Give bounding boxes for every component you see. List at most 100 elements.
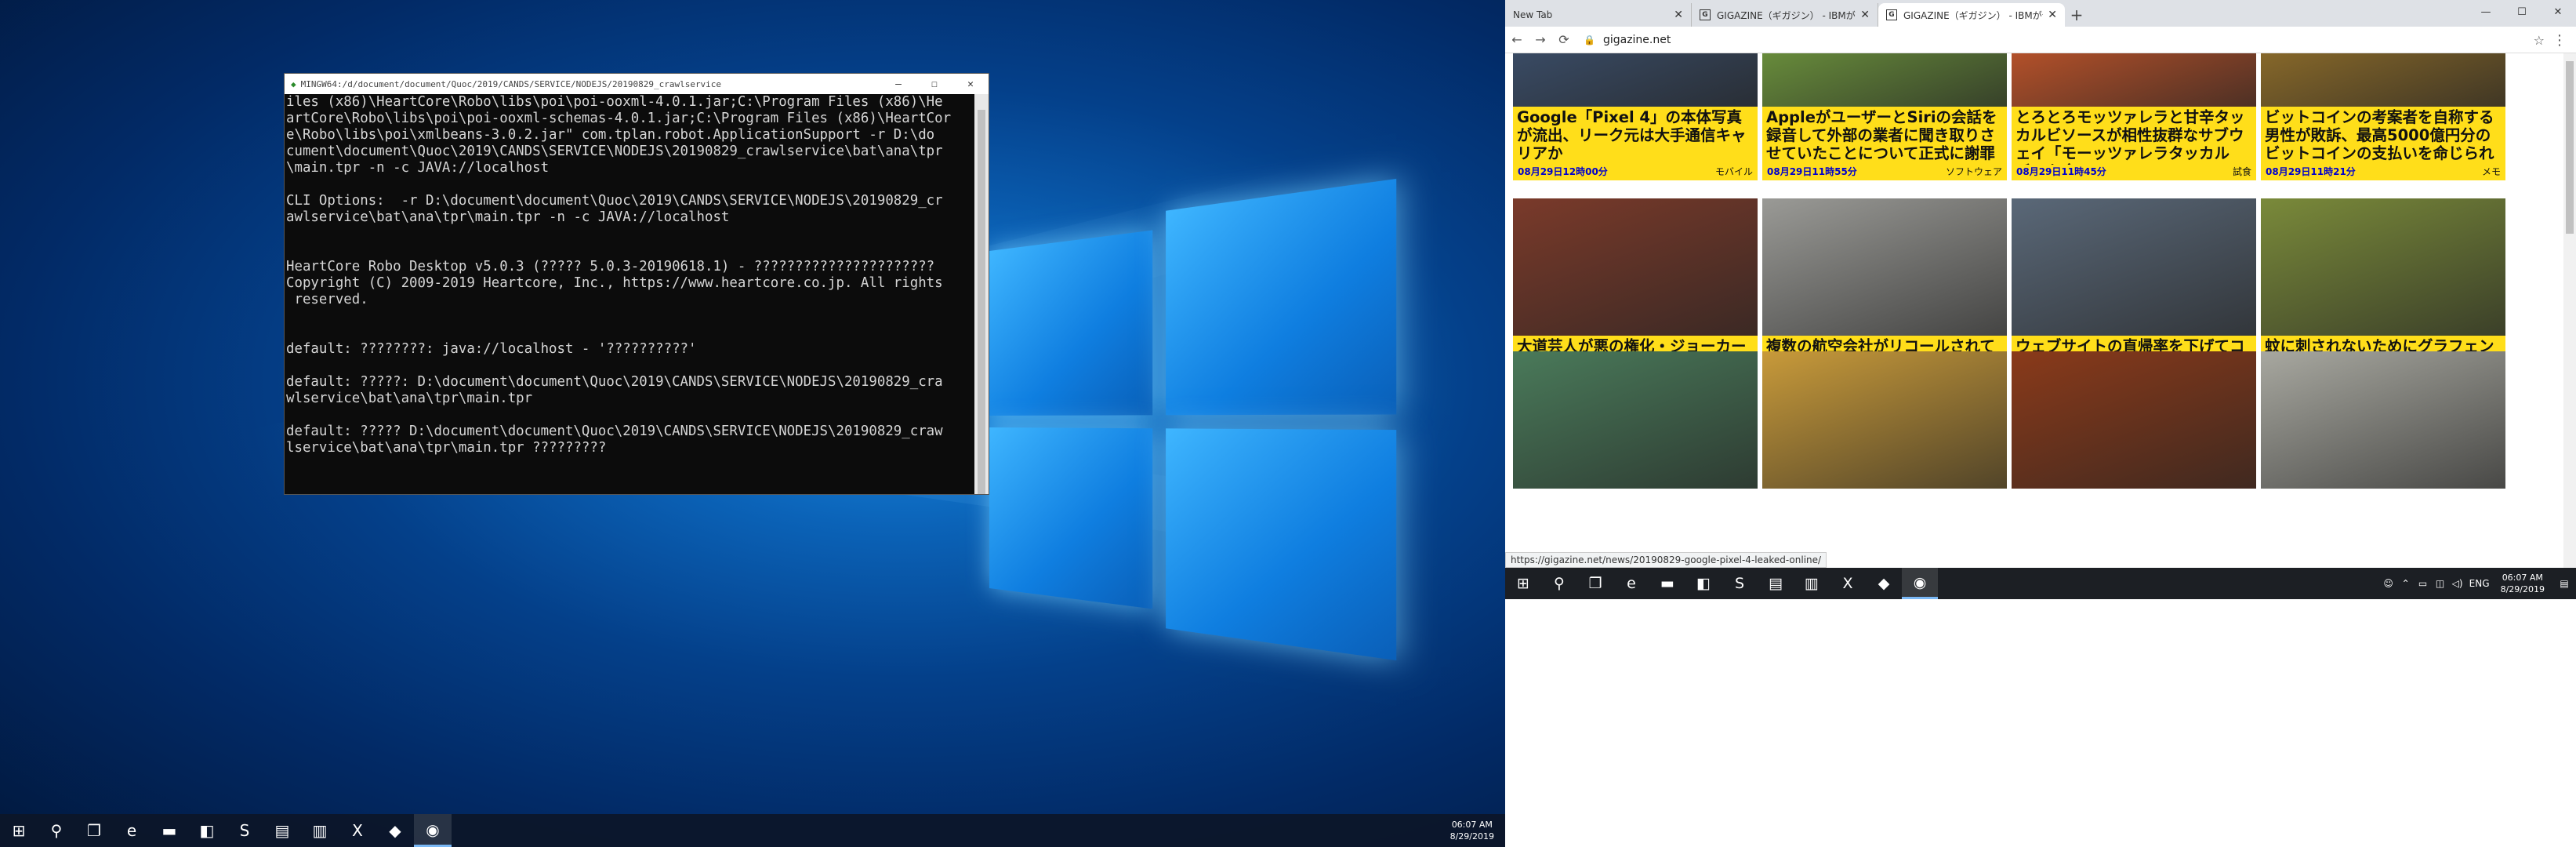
chrome-icon[interactable]: ◉: [1902, 568, 1938, 599]
article-thumbnail[interactable]: [2012, 53, 2256, 107]
back-button[interactable]: ←: [1505, 28, 1529, 52]
file-explorer-icon[interactable]: ▬: [151, 814, 188, 847]
article-category[interactable]: モバイル: [1715, 165, 1753, 180]
forward-button[interactable]: →: [1529, 28, 1552, 52]
edge-icon[interactable]: e: [1613, 568, 1649, 599]
terminal-window[interactable]: ◆ MINGW64:/d/document/document/Quoc/2019…: [284, 73, 989, 495]
maximize-button[interactable]: ☐: [2504, 0, 2540, 24]
skype-icon[interactable]: S: [226, 814, 263, 847]
terminal-line: lservice\bat\ana\tpr\main.tpr ?????????: [286, 440, 607, 456]
app-b-icon[interactable]: ▥: [1794, 568, 1830, 599]
tab-close-icon[interactable]: ✕: [1860, 9, 1870, 21]
terminal-line: default: ?????: D:\document\document\Quo…: [286, 374, 943, 390]
article-thumbnail[interactable]: [1513, 53, 1758, 107]
article-thumbnail[interactable]: [2261, 198, 2505, 336]
article-thumbnail[interactable]: [1762, 198, 2007, 336]
network-icon[interactable]: ◫: [2432, 578, 2449, 589]
terminal-scrollbar[interactable]: [974, 94, 989, 494]
search-icon[interactable]: ⚲: [1541, 568, 1577, 599]
scrollbar-thumb[interactable]: [2566, 61, 2574, 234]
windows-start-icon[interactable]: ⊞: [1505, 568, 1541, 599]
store-icon[interactable]: ◧: [188, 814, 226, 847]
article-thumbnail[interactable]: [1762, 351, 2007, 489]
taskbar-clock[interactable]: 06:07 AM 8/29/2019: [2493, 572, 2552, 595]
app-a-icon[interactable]: ▤: [263, 814, 301, 847]
article-title[interactable]: AppleがユーザーとSiriの会話を録音して外部の業者に聞き取りさせていたこと…: [1762, 107, 2007, 165]
skype-icon[interactable]: S: [1722, 568, 1758, 599]
terminal-titlebar[interactable]: ◆ MINGW64:/d/document/document/Quoc/2019…: [285, 74, 989, 94]
article-thumbnail[interactable]: [2012, 351, 2256, 489]
excel-icon[interactable]: X: [339, 814, 376, 847]
article-thumbnail[interactable]: [1513, 198, 1758, 336]
browser-tab[interactable]: New Tab ✕: [1505, 3, 1692, 27]
excel-icon[interactable]: X: [1830, 568, 1866, 599]
file-explorer-icon[interactable]: ▬: [1649, 568, 1685, 599]
article-card[interactable]: [2261, 351, 2505, 489]
terminal-output[interactable]: iles (x86)\HeartCore\Robo\libs\poi\poi-o…: [285, 94, 974, 494]
tab-close-icon[interactable]: ✕: [1674, 9, 1683, 21]
browser-tab[interactable]: G GIGAZINE（ギガジン） - IBMが合 ✕: [1692, 3, 1878, 27]
article-meta: 08月29日11時21分 メモ: [2261, 165, 2505, 180]
article-category[interactable]: ソフトウェア: [1946, 165, 2002, 180]
article-category[interactable]: メモ: [2482, 165, 2501, 180]
article-card[interactable]: [2012, 351, 2256, 489]
windows-start-icon[interactable]: ⊞: [0, 814, 38, 847]
terminal-line: awlservice\bat\ana\tpr\main.tpr -n -c JA…: [286, 209, 730, 225]
task-view-icon[interactable]: ❐: [75, 814, 113, 847]
page-scrollbar[interactable]: [2563, 53, 2576, 568]
clock-date: 8/29/2019: [1449, 831, 1494, 842]
app-c-icon[interactable]: ◆: [376, 814, 414, 847]
chrome-icon[interactable]: ◉: [414, 814, 452, 847]
task-view-icon[interactable]: ❐: [1577, 568, 1613, 599]
chevron-up-icon[interactable]: ⌃: [2397, 578, 2415, 589]
app-b-icon[interactable]: ▥: [301, 814, 339, 847]
edge-icon[interactable]: e: [113, 814, 151, 847]
article-thumbnail[interactable]: [2012, 198, 2256, 336]
article-card[interactable]: Google「Pixel 4」の本体写真が流出、リーク元は大手通信キャリアか 08…: [1513, 53, 1758, 180]
close-button[interactable]: ✕: [2540, 0, 2576, 24]
article-card[interactable]: [1762, 351, 2007, 489]
maximize-button[interactable]: ☐: [916, 74, 952, 94]
search-icon[interactable]: ⚲: [38, 814, 75, 847]
store-icon[interactable]: ◧: [1685, 568, 1722, 599]
reload-button[interactable]: ⟳: [1552, 28, 1576, 52]
article-card[interactable]: AppleがユーザーとSiriの会話を録音して外部の業者に聞き取りさせていたこと…: [1762, 53, 2007, 180]
article-time: 08月29日11時45分: [2016, 166, 2106, 177]
person-icon[interactable]: ☺: [2380, 578, 2397, 589]
article-thumbnail[interactable]: [2261, 53, 2505, 107]
minimize-button[interactable]: —: [2468, 0, 2504, 24]
taskbar-right: ⊞ ⚲ ❐ e ▬ ◧ S ▤ ▥ X ◆ ◉ ☺ ⌃ ▭ ◫ ◁) ENG 06:07 AM 8/29/20…: [1505, 568, 2576, 599]
tab-close-icon[interactable]: ✕: [2048, 9, 2057, 21]
article-thumbnail[interactable]: [1513, 351, 1758, 489]
article-title[interactable]: ビットコインの考案者を自称する男性が敗訴、最高5000億円分のビットコインの支払…: [2261, 107, 2505, 165]
article-card[interactable]: [1513, 351, 1758, 489]
article-card[interactable]: とろとろモッツァレラと甘辛タッカルビソースが相性抜群なサブウェイ「モーッツァレラ…: [2012, 53, 2256, 180]
minimize-button[interactable]: —: [880, 74, 916, 94]
bookmark-star-icon[interactable]: ☆: [2534, 27, 2545, 53]
new-tab-button[interactable]: +: [2065, 3, 2088, 27]
article-title[interactable]: Google「Pixel 4」の本体写真が流出、リーク元は大手通信キャリアか: [1513, 107, 1758, 165]
url-text: gigazine.net: [1602, 33, 1671, 46]
article-card[interactable]: ビットコインの考案者を自称する男性が敗訴、最高5000億円分のビットコインの支払…: [2261, 53, 2505, 180]
lock-icon[interactable]: 🔒: [1584, 35, 1595, 45]
article-category[interactable]: 試食: [2233, 165, 2251, 180]
scrollbar-thumb[interactable]: [978, 110, 985, 494]
logo-pane: [1166, 428, 1397, 661]
browser-menu-icon[interactable]: ⋮: [2552, 27, 2567, 53]
app-c-icon[interactable]: ◆: [1866, 568, 1902, 599]
article-meta: 08月29日12時00分 モバイル: [1513, 165, 1758, 180]
battery-icon[interactable]: ▭: [2415, 578, 2432, 589]
volume-icon[interactable]: ◁): [2449, 578, 2466, 589]
url-field[interactable]: 🔒 gigazine.net: [1584, 34, 1671, 46]
article-thumbnail[interactable]: [2261, 351, 2505, 489]
browser-tab[interactable]: G GIGAZINE（ギガジン） - IBMが合 ✕: [1878, 3, 2065, 27]
article-title[interactable]: とろとろモッツァレラと甘辛タッカルビソースが相性抜群なサブウェイ「モーッツァレラ…: [2012, 107, 2256, 165]
article-thumbnail[interactable]: [1762, 53, 2007, 107]
app-a-icon[interactable]: ▤: [1758, 568, 1794, 599]
notification-icon[interactable]: ▤: [2552, 578, 2576, 589]
language-indicator[interactable]: ENG: [2466, 578, 2493, 589]
close-button[interactable]: ✕: [952, 74, 989, 94]
taskbar-clock[interactable]: 06:07 AM 8/29/2019: [1450, 819, 1505, 842]
